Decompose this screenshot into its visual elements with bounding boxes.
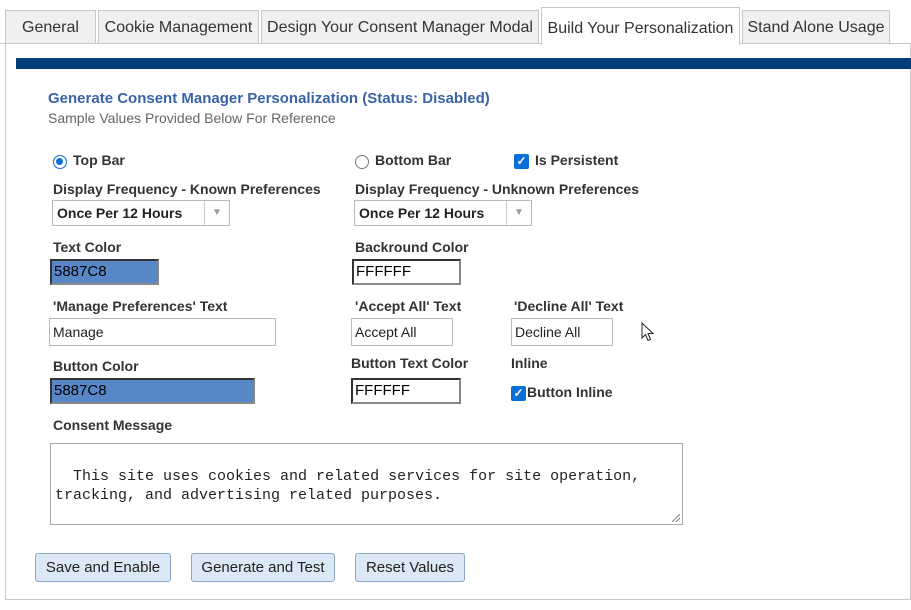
freq-unknown-select[interactable]: Once Per 12 Hours ▼	[354, 200, 532, 226]
tab-general[interactable]: General	[5, 10, 96, 43]
freq-known-value: Once Per 12 Hours	[57, 205, 183, 221]
button-text-color-input[interactable]: FFFFFF	[351, 378, 461, 404]
is-persistent-checkbox[interactable]: ✓	[514, 154, 529, 169]
text-color-input[interactable]: 5887C8	[50, 259, 159, 285]
freq-known-label: Display Frequency - Known Preferences	[53, 181, 321, 197]
bottom-bar-label: Bottom Bar	[375, 152, 452, 168]
checkmark-icon: ✓	[513, 386, 524, 400]
accept-text-label: 'Accept All' Text	[355, 298, 462, 314]
manage-text-label: 'Manage Preferences' Text	[53, 298, 228, 314]
resize-grip-icon[interactable]	[672, 514, 680, 522]
consent-message-text: This site uses cookies and related servi…	[55, 468, 641, 504]
background-color-input[interactable]: FFFFFF	[352, 259, 461, 285]
page-title: Generate Consent Manager Personalization…	[48, 90, 490, 107]
freq-unknown-label: Display Frequency - Unknown Preferences	[355, 181, 639, 197]
header-band	[16, 58, 911, 69]
manage-text-input[interactable]: Manage	[49, 318, 276, 346]
inline-label: Inline	[511, 355, 548, 371]
decline-text-input[interactable]: Decline All	[511, 318, 613, 346]
generate-and-test-button[interactable]: Generate and Test	[191, 553, 335, 582]
button-color-label: Button Color	[53, 358, 139, 374]
button-text-color-label: Button Text Color	[351, 355, 469, 371]
freq-known-select[interactable]: Once Per 12 Hours ▼	[52, 200, 230, 226]
checkmark-icon: ✓	[516, 154, 527, 168]
chevron-down-icon: ▼	[506, 201, 531, 225]
button-color-input[interactable]: 5887C8	[50, 378, 255, 404]
consent-message-textarea[interactable]: This site uses cookies and related servi…	[50, 443, 683, 525]
decline-text-label: 'Decline All' Text	[514, 298, 624, 314]
chevron-down-icon: ▼	[204, 201, 229, 225]
tab-design-consent-modal[interactable]: Design Your Consent Manager Modal	[261, 10, 539, 43]
tab-cookie-management[interactable]: Cookie Management	[98, 10, 259, 43]
background-color-label: Backround Color	[355, 239, 469, 255]
button-inline-checkbox[interactable]: ✓	[511, 386, 526, 401]
tab-stand-alone-usage[interactable]: Stand Alone Usage	[742, 10, 890, 43]
is-persistent-label: Is Persistent	[535, 152, 619, 168]
freq-unknown-value: Once Per 12 Hours	[359, 205, 485, 221]
mouse-pointer-icon	[641, 322, 655, 342]
text-color-label: Text Color	[53, 239, 122, 255]
tab-bar: General Cookie Management Design Your Co…	[0, 0, 911, 45]
page-subtitle: Sample Values Provided Below For Referen…	[48, 110, 336, 126]
top-bar-label: Top Bar	[73, 152, 125, 168]
reset-values-button[interactable]: Reset Values	[355, 553, 465, 582]
accept-text-input[interactable]: Accept All	[351, 318, 453, 346]
button-inline-label: Button Inline	[527, 384, 613, 400]
bottom-bar-radio[interactable]	[355, 155, 369, 169]
save-and-enable-button[interactable]: Save and Enable	[35, 553, 171, 582]
tab-build-personalization[interactable]: Build Your Personalization	[541, 7, 740, 45]
top-bar-radio[interactable]	[53, 155, 67, 169]
consent-message-label: Consent Message	[53, 417, 173, 433]
